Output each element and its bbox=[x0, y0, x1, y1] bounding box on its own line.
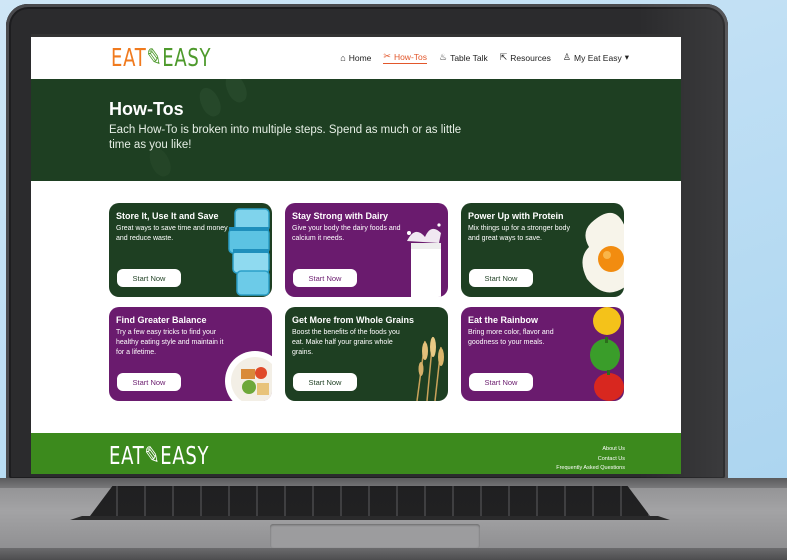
nav-my-eat-easy[interactable]: ♙ My Eat Easy ▾ bbox=[563, 51, 629, 64]
logo-text-right: EASY bbox=[162, 43, 212, 72]
nav-resources[interactable]: ⇱ Resources bbox=[500, 51, 551, 64]
navbar: EAT✎EASY ⌂ Home ✂ How-Tos ♨ Table Talk ⇱… bbox=[31, 37, 681, 79]
external-link-icon: ⇱ bbox=[499, 52, 508, 62]
footer-logo[interactable]: EAT✎EASY bbox=[109, 442, 209, 470]
start-now-button[interactable]: Start Now bbox=[117, 269, 181, 287]
card-title: Get More from Whole Grains bbox=[292, 315, 415, 325]
nav-links: ⌂ Home ✂ How-Tos ♨ Table Talk ⇱ Resource… bbox=[340, 51, 629, 64]
card-description: Give your body the dairy foods and calci… bbox=[292, 225, 401, 242]
dining-icon: ♨ bbox=[439, 52, 448, 62]
card-title: Store It, Use It and Save bbox=[116, 211, 219, 221]
nav-resources-label: Resources bbox=[510, 52, 551, 63]
card-title: Find Greater Balance bbox=[116, 315, 207, 325]
card-rainbow[interactable]: Eat the Rainbow Bring more color, flavor… bbox=[461, 307, 624, 401]
footprint-decoration bbox=[221, 79, 251, 106]
laptop-front-edge bbox=[0, 548, 787, 560]
start-now-button[interactable]: Start Now bbox=[293, 269, 357, 287]
footer-logo-left: EAT bbox=[109, 441, 145, 470]
footer-logo-right: EASY bbox=[160, 441, 210, 470]
card-description: Mix things up for a stronger body and gr… bbox=[468, 225, 570, 242]
footer-link-faq[interactable]: Frequently Asked Questions bbox=[556, 464, 625, 474]
start-now-button[interactable]: Start Now bbox=[293, 373, 357, 391]
home-icon: ⌂ bbox=[340, 52, 346, 63]
leaf-icon: ✎ bbox=[144, 441, 161, 470]
card-title: Power Up with Protein bbox=[468, 211, 564, 221]
card-title: Eat the Rainbow bbox=[468, 315, 539, 325]
balanced-plate-image bbox=[225, 351, 272, 401]
logo-text-left: EAT bbox=[111, 43, 147, 72]
nav-table-talk-label: Table Talk bbox=[450, 52, 488, 63]
wheat-image bbox=[416, 336, 444, 401]
nav-home[interactable]: ⌂ Home bbox=[340, 51, 371, 64]
card-description: Bring more color, flavor and goodness to… bbox=[468, 329, 554, 346]
card-store-it[interactable]: Store It, Use It and Save Great ways to … bbox=[109, 203, 272, 297]
eat-easy-logo[interactable]: EAT✎EASY bbox=[111, 43, 211, 73]
keyboard-row bbox=[70, 516, 670, 520]
nav-my-eat-easy-label: My Eat Easy bbox=[574, 52, 622, 63]
nav-how-tos-label: How-Tos bbox=[393, 51, 427, 62]
food-containers-image bbox=[228, 208, 270, 296]
trackpad bbox=[270, 524, 480, 548]
hero-banner: How-Tos Each How-To is broken into multi… bbox=[31, 79, 681, 181]
keyboard bbox=[90, 486, 650, 516]
card-description: Try a few easy tricks to find your healt… bbox=[116, 329, 224, 356]
start-now-button[interactable]: Start Now bbox=[469, 373, 533, 391]
footer-links: About Us Contact Us Frequently Asked Que… bbox=[556, 445, 625, 474]
card-dairy[interactable]: Stay Strong with Dairy Give your body th… bbox=[285, 203, 448, 297]
footer-link-contact[interactable]: Contact Us bbox=[556, 455, 625, 465]
chevron-down-icon: ▾ bbox=[624, 52, 629, 62]
card-whole-grains[interactable]: Get More from Whole Grains Boost the ben… bbox=[285, 307, 448, 401]
nav-how-tos[interactable]: ✂ How-Tos bbox=[383, 51, 427, 64]
page-subtitle: Each How-To is broken into multiple step… bbox=[109, 124, 462, 151]
card-title: Stay Strong with Dairy bbox=[292, 211, 389, 221]
bell-peppers-image bbox=[590, 307, 624, 401]
nav-home-label: Home bbox=[348, 52, 372, 63]
card-description: Boost the benefits of the foods you eat.… bbox=[292, 329, 400, 356]
page-title: How-Tos bbox=[109, 99, 184, 119]
card-protein[interactable]: Power Up with Protein Mix things up for … bbox=[461, 203, 624, 297]
card-description: Great ways to save time and money and re… bbox=[116, 225, 228, 242]
user-icon: ♙ bbox=[562, 52, 571, 62]
leaf-icon: ✎ bbox=[146, 43, 163, 72]
start-now-button[interactable]: Start Now bbox=[469, 269, 533, 287]
card-balance[interactable]: Find Greater Balance Try a few easy tric… bbox=[109, 307, 272, 401]
fried-egg-image bbox=[582, 213, 624, 293]
footprint-decoration bbox=[195, 84, 225, 120]
laptop-screen: EAT✎EASY ⌂ Home ✂ How-Tos ♨ Table Talk ⇱… bbox=[31, 34, 681, 474]
utensils-icon: ✂ bbox=[383, 51, 391, 61]
milk-splash-image bbox=[407, 223, 441, 297]
nav-table-talk[interactable]: ♨ Table Talk bbox=[439, 51, 488, 64]
site-footer: EAT✎EASY About Us Contact Us Frequently … bbox=[31, 433, 681, 474]
footer-link-about[interactable]: About Us bbox=[556, 445, 625, 455]
start-now-button[interactable]: Start Now bbox=[117, 373, 181, 391]
